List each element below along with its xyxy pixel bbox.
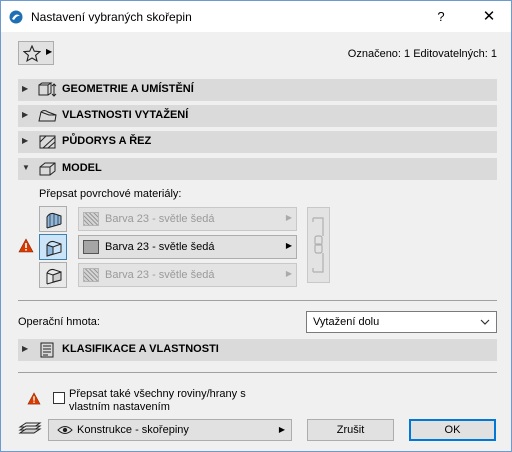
extrusion-icon [38, 110, 57, 122]
chevron-down-icon [480, 319, 490, 325]
star-icon [23, 45, 41, 62]
section-label: KLASIFIKACE A VLASTNOSTI [62, 343, 219, 355]
section-floorplan[interactable]: ▶ PŮDORYS A ŘEZ [18, 131, 497, 153]
ok-button[interactable]: OK [409, 419, 496, 441]
material-name: Barva 23 - světle šedá [105, 269, 215, 281]
favorites-button[interactable]: ▶ [18, 41, 54, 65]
operation-select[interactable]: Vytažení dolu [306, 311, 497, 333]
expand-triangle-icon: ▶ [22, 84, 29, 93]
selection-info: Označeno: 1 Editovatelných: 1 [347, 48, 497, 60]
section-label: GEOMETRIE A UMÍSTĚNÍ [62, 83, 194, 95]
override-all-checkbox[interactable] [53, 392, 65, 404]
title-bar: Nastavení vybraných skořepin ? ✕ [1, 1, 511, 32]
section-geometry[interactable]: ▶ GEOMETRIE A UMÍSTĚNÍ [18, 79, 497, 101]
floorplan-section-icon [39, 135, 56, 149]
section-label: VLASTNOSTI VYTAŽENÍ [62, 109, 189, 121]
app-logo-icon [9, 10, 23, 24]
triangle-right-icon: ▶ [285, 213, 292, 222]
section-label: MODEL [62, 162, 102, 174]
material-name: Barva 23 - světle šedá [105, 213, 215, 225]
material-swatch [83, 268, 99, 282]
classification-icon [40, 342, 54, 358]
material-bottom-field: Barva 23 - světle šedá ▶ [78, 263, 297, 287]
warning-icon [18, 238, 34, 253]
collapse-triangle-icon: ▼ [22, 163, 30, 172]
divider [18, 300, 497, 301]
shell-bottom-surface-icon [46, 268, 62, 285]
triangle-right-icon: ▶ [278, 425, 285, 434]
divider [18, 372, 497, 373]
layers-icon [18, 422, 42, 434]
expand-triangle-icon: ▶ [22, 136, 29, 145]
model-icon [39, 162, 56, 176]
link-materials-button[interactable] [307, 207, 330, 283]
geometry-icon [38, 82, 57, 97]
expand-triangle-icon: ▶ [22, 344, 29, 353]
cancel-button[interactable]: Zrušit [307, 419, 394, 441]
chain-link-icon [312, 217, 324, 273]
layer-select-button[interactable]: Konstrukce - skořepiny ▶ [48, 419, 292, 441]
surface-edge-button[interactable] [39, 234, 67, 260]
section-label: PŮDORYS A ŘEZ [62, 135, 152, 147]
help-button[interactable]: ? [426, 1, 456, 32]
close-button[interactable]: ✕ [471, 1, 507, 32]
operation-label: Operační hmota: [18, 316, 100, 328]
material-edge-field[interactable]: Barva 23 - světle šedá ▶ [78, 235, 297, 259]
material-name: Barva 23 - světle šedá [105, 241, 215, 253]
material-top-field: Barva 23 - světle šedá ▶ [78, 207, 297, 231]
warning-icon [27, 392, 41, 405]
expand-triangle-icon: ▶ [22, 110, 29, 119]
surface-top-button[interactable] [39, 206, 67, 232]
override-materials-label: Přepsat povrchové materiály: [39, 188, 182, 200]
triangle-right-icon: ▶ [46, 47, 53, 56]
section-model[interactable]: ▼ MODEL [18, 158, 497, 180]
section-extrusion[interactable]: ▶ VLASTNOSTI VYTAŽENÍ [18, 105, 497, 127]
eye-icon [57, 426, 73, 434]
operation-value: Vytažení dolu [313, 316, 380, 328]
shell-top-surface-icon [46, 212, 62, 229]
window-title: Nastavení vybraných skořepin [31, 10, 192, 24]
triangle-right-icon: ▶ [285, 269, 292, 278]
section-classification[interactable]: ▶ KLASIFIKACE A VLASTNOSTI [18, 339, 497, 361]
material-swatch [83, 212, 99, 226]
material-swatch [83, 240, 99, 254]
surface-bottom-button[interactable] [39, 262, 67, 288]
dialog-window: Nastavení vybraných skořepin ? ✕ ▶ Označ… [0, 0, 512, 452]
override-all-label: Přepsat také všechny roviny/hrany s vlas… [69, 388, 246, 413]
shell-edge-surface-icon [46, 240, 62, 257]
layer-value: Konstrukce - skořepiny [77, 424, 189, 436]
triangle-right-icon: ▶ [285, 241, 292, 250]
